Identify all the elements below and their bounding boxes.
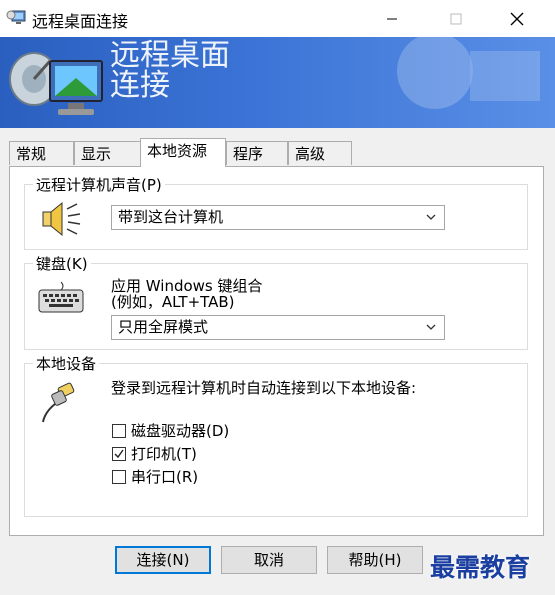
serial-ports-label[interactable]: 串行口(R) [131, 466, 198, 487]
tab-label: 显示 [81, 145, 112, 163]
remote-desktop-app-icon [6, 10, 26, 24]
tab-advanced[interactable]: 高级 [288, 141, 352, 165]
keyboard-icon [38, 281, 84, 313]
remote-desktop-logo [9, 52, 103, 115]
keyboard-group: 键盘(K) 应用 Windows 键组合 (例如，ALT+TAB) 只用全屏模式 [24, 253, 528, 350]
tab-label: 高级 [295, 145, 326, 163]
sound-group-label: 远程计算机声音(P) [33, 174, 165, 195]
connect-button[interactable]: 连接(N) [115, 546, 211, 574]
local-resources-panel: 远程计算机声音(P) 带到这台计算机 键盘(K) 应用 Windows 键组合 [9, 166, 544, 536]
close-button[interactable] [494, 0, 540, 37]
sound-group: 远程计算机声音(P) 带到这台计算机 [24, 174, 528, 250]
header-banner: 远程桌面 连接 [0, 37, 555, 128]
tab-display[interactable]: 显示 [74, 141, 141, 165]
tab-label: 程序 [233, 145, 264, 163]
tab-label: 常规 [16, 145, 47, 163]
banner-title-line1: 远程桌面 [110, 38, 230, 73]
printers-checkbox[interactable] [112, 447, 126, 461]
sound-select-value: 带到这台计算机 [118, 208, 224, 226]
tab-programs[interactable]: 程序 [226, 141, 288, 165]
tab-local-resources[interactable]: 本地资源 [140, 138, 226, 167]
keyboard-desc-line2: (例如，ALT+TAB) [111, 293, 235, 311]
minimize-button[interactable] [369, 0, 415, 37]
tab-general[interactable]: 常规 [9, 141, 74, 165]
speaker-icon [42, 201, 81, 237]
chevron-down-icon [426, 214, 436, 220]
banner-background-graphic [397, 37, 540, 109]
maximize-icon [450, 13, 462, 24]
serial-ports-checkbox[interactable] [112, 470, 126, 484]
printers-label[interactable]: 打印机(T) [131, 443, 197, 464]
local-devices-desc: 登录到远程计算机时自动连接到以下本地设备: [111, 379, 417, 397]
maximize-button[interactable] [433, 0, 479, 37]
watermark-text: 最需教育 [430, 553, 531, 582]
banner-title: 远程桌面 连接 [110, 41, 230, 101]
cancel-button[interactable]: 取消 [221, 546, 317, 574]
window-title: 远程桌面连接 [32, 12, 129, 31]
disk-drives-checkbox[interactable] [112, 424, 126, 438]
sound-select[interactable]: 带到这台计算机 [111, 205, 445, 230]
chevron-down-icon [426, 324, 436, 330]
plug-icon [42, 382, 75, 423]
local-devices-group-label: 本地设备 [33, 353, 100, 374]
title-bar: 远程桌面连接 [0, 0, 555, 37]
tab-strip: 常规 显示 本地资源 程序 高级 [9, 138, 549, 167]
keyboard-group-label: 键盘(K) [33, 253, 91, 274]
help-button[interactable]: 帮助(H) [327, 546, 423, 574]
close-icon [510, 12, 524, 25]
local-devices-group: 本地设备 登录到远程计算机时自动连接到以下本地设备: 磁盘驱动器(D) 打印机(… [24, 353, 528, 517]
keyboard-select-value: 只用全屏模式 [118, 318, 209, 336]
checkmark-icon [114, 449, 124, 459]
minimize-icon [387, 18, 397, 19]
tab-label: 本地资源 [147, 142, 208, 160]
disk-drives-label[interactable]: 磁盘驱动器(D) [131, 420, 229, 441]
banner-title-line2: 连接 [110, 68, 170, 103]
keyboard-select[interactable]: 只用全屏模式 [111, 315, 445, 340]
